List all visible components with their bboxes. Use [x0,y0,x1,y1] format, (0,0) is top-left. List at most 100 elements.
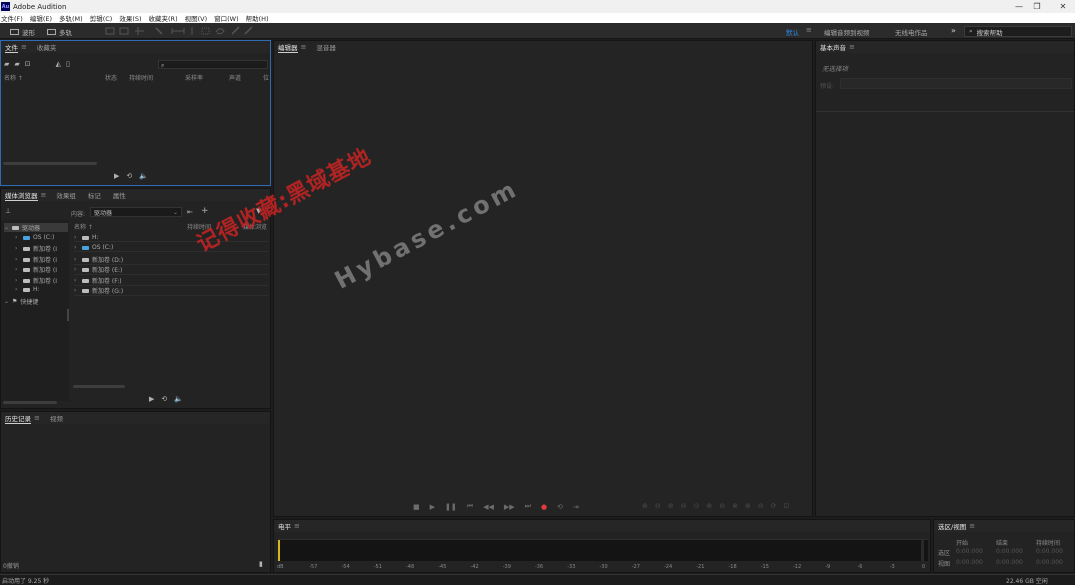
tab-essential-sound[interactable]: 基本声音 [820,42,846,52]
tree-item-f[interactable]: › 新加卷 (I [15,265,57,274]
media-col-name[interactable]: 名称 ↑ [74,222,93,231]
go-to-end-icon[interactable]: ⏭ [525,502,531,511]
menu-clip[interactable]: 剪辑(C) [90,13,113,23]
tab-media-browser[interactable]: 媒体浏览器 [5,190,38,201]
menu-favorites[interactable]: 收藏夹(R) [149,13,178,23]
menu-multitrack[interactable]: 多轨(M) [59,13,83,23]
tree-item-h[interactable]: › H: [15,286,40,293]
media-panel-menu-icon[interactable]: ≡ [41,191,47,199]
col-status[interactable]: 状态 [105,73,117,82]
go-to-start-icon[interactable]: ⏮ [467,502,473,511]
media-row-f[interactable]: › 新加卷 (F:) [74,276,268,286]
content-dropdown[interactable]: 驱动器 ⌄ [90,207,182,217]
zoom-reset-icon[interactable]: ⟳ [771,502,777,510]
col-bits[interactable]: 位 [263,73,269,82]
tab-selection-view[interactable]: 选区/视图 [938,521,966,531]
zoom-in-time-icon[interactable]: ⊕ [668,502,674,510]
loop-icon[interactable]: ⟲ [126,172,132,180]
close-button[interactable]: ✕ [1050,0,1075,13]
tree-item-g[interactable]: › 新加卷 (I [15,276,57,285]
col-duration[interactable]: 持续时间 [129,73,153,82]
media-row-e[interactable]: › 新加卷 (E:) [74,265,268,275]
loop-icon[interactable]: ⟲ [161,395,167,403]
play-icon[interactable]: ▶ [149,395,154,403]
editor-menu-icon[interactable]: ≡ [301,43,307,51]
tree-scrollbar[interactable] [3,401,57,404]
history-menu-icon[interactable]: ≡ [34,414,40,422]
view-duration-value[interactable]: 0:00.000 [1036,559,1063,566]
loop-playback-icon[interactable]: ⟲ [557,503,563,511]
menu-effects[interactable]: 效果(S) [119,13,141,23]
zoom-out-time-icon[interactable]: ⊖ [681,502,687,510]
add-shortcut-icon[interactable]: ⊥ [5,207,11,215]
pause-icon[interactable]: ❚❚ [445,503,457,511]
tab-effects-rack[interactable]: 效果组 [56,190,76,200]
autoplay-icon[interactable]: 🔈 [139,172,148,180]
selection-menu-icon[interactable]: ≡ [969,522,975,530]
sel-end-value[interactable]: 0:00.000 [996,548,1023,555]
col-channels[interactable]: 声道 [229,73,241,82]
tree-splitter[interactable] [67,309,69,321]
open-file-icon[interactable]: ▰ [4,60,9,68]
tree-item-e[interactable]: › 新加卷 (I [15,255,57,264]
rewind-icon[interactable]: ◀◀ [483,503,494,511]
files-search-input[interactable]: ⌕ [158,60,268,69]
media-scrollbar[interactable] [73,385,125,388]
multitrack-view-button[interactable]: 多轨 [47,27,72,37]
tree-item-c[interactable]: › OS (C:) [15,234,54,241]
zoom-track-icon[interactable]: ⊕ [745,502,751,510]
col-samplerate[interactable]: 采样率 [185,73,203,82]
autoplay-icon[interactable]: 🔈 [174,395,183,403]
sel-duration-value[interactable]: 0:00.000 [1036,548,1063,555]
menu-edit[interactable]: 编辑(E) [30,13,52,23]
workspace-menu-icon[interactable]: ≡ [806,26,812,34]
menu-view[interactable]: 视图(V) [185,13,208,23]
play-icon[interactable]: ▶ [430,503,435,511]
media-row-c[interactable]: › OS (C:) [74,244,268,252]
media-row-d[interactable]: › 新加卷 (D:) [74,255,268,265]
tab-favorites[interactable]: 收藏夹 [37,42,57,52]
panel-menu-icon[interactable]: ≡ [21,43,27,51]
zoom-track-out-icon[interactable]: ⊖ [758,502,764,510]
record-icon[interactable]: ● [541,503,547,511]
waveform-view-button[interactable]: 波形 [10,27,35,37]
search-help-input[interactable]: ⌕ 搜索帮助 [964,26,1072,37]
tab-properties[interactable]: 属性 [113,190,126,200]
zoom-full-icon[interactable]: ⊙ [694,502,700,510]
play-icon[interactable]: ▶ [114,172,119,180]
sel-start-value[interactable]: 0:00.000 [956,548,983,555]
view-start-value[interactable]: 0:00.000 [956,559,983,566]
add-shortcut-button-icon[interactable]: + [201,206,209,216]
tab-editor[interactable]: 编辑器 [278,42,298,53]
menu-help[interactable]: 帮助(H) [246,13,269,23]
menu-window[interactable]: 窗口(W) [214,13,239,23]
essential-sound-menu-icon[interactable]: ≡ [849,43,855,51]
workspace-radio[interactable]: 无线电作品 [895,27,928,37]
tab-video[interactable]: 视频 [50,413,63,423]
stop-icon[interactable]: ■ [413,503,420,511]
workspace-default[interactable]: 默认 [786,27,799,37]
view-end-value[interactable]: 0:00.000 [996,559,1023,566]
zoom-selection-icon[interactable]: ⊗ [732,502,738,510]
workspace-edit-video[interactable]: 编辑音频到视频 [824,27,870,37]
menu-file[interactable]: 文件(F) [1,13,23,23]
skip-selection-icon[interactable]: ⇥ [573,503,579,511]
new-file-icon[interactable]: ⊡ [25,60,31,68]
zoom-amplitude-out-icon[interactable]: ⊖ [655,502,661,510]
tree-shortcuts[interactable]: ⌄ ⚑ 快捷键 [4,297,38,306]
tree-drives-root[interactable]: ⌄ 驱动器 [4,223,68,232]
zoom-in-point-icon[interactable]: ⊕ [706,502,712,510]
levels-menu-icon[interactable]: ≡ [294,522,300,530]
col-name[interactable]: 名称 ↑ [4,73,23,82]
zoom-out-point-icon[interactable]: ⊖ [719,502,725,510]
zoom-fit-icon[interactable]: ⊡ [784,502,790,510]
files-scrollbar[interactable] [3,162,97,165]
restore-button[interactable]: ❐ [1024,0,1050,13]
tree-item-d[interactable]: › 新加卷 (I [15,244,57,253]
media-row-g[interactable]: › 新加卷 (G:) [74,286,268,296]
import-file-icon[interactable]: ▰ [14,60,19,68]
tab-markers[interactable]: 标记 [88,190,101,200]
workspace-overflow-button[interactable]: » [951,26,956,35]
tab-files[interactable]: 文件 [5,42,18,53]
tab-levels[interactable]: 电平 [278,521,291,531]
